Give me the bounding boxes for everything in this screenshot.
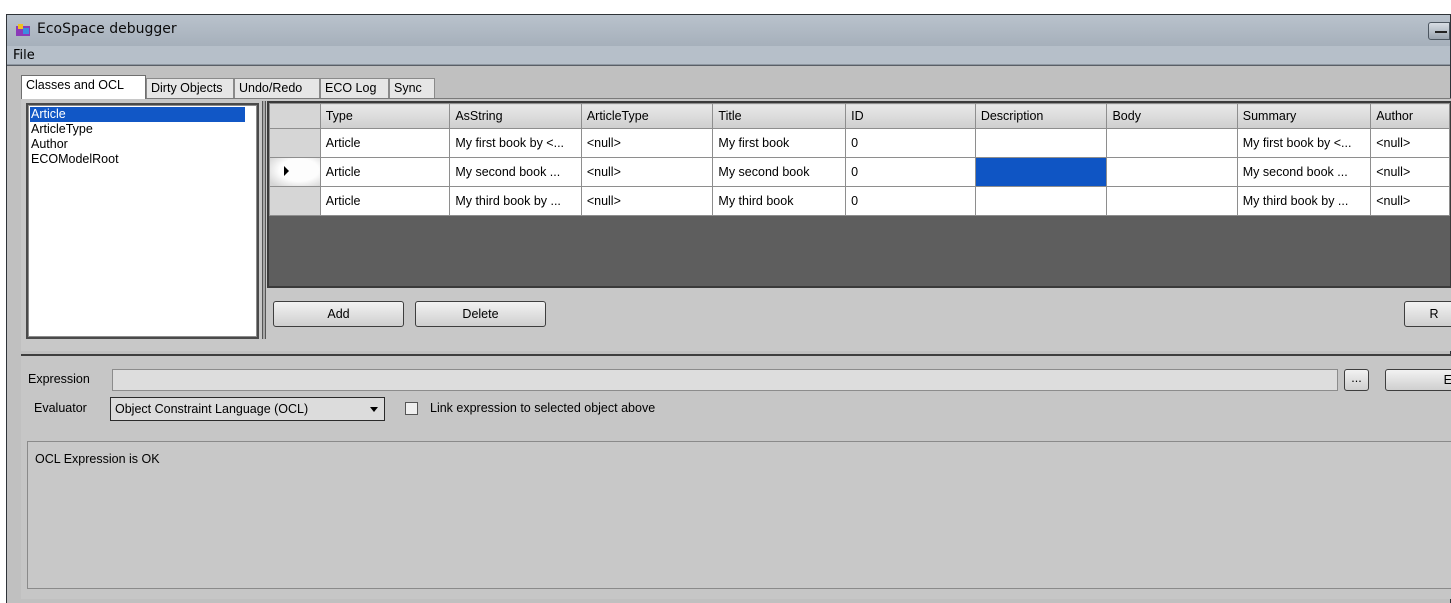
tab-undo-redo[interactable]: Undo/Redo <box>234 78 320 98</box>
classes-tab-page: Article ArticleType Author ECOModelRoot <box>21 98 1451 351</box>
column-header[interactable]: ArticleType <box>580 103 714 129</box>
column-header[interactable]: Title <box>712 103 847 129</box>
tab-dirty-objects[interactable]: Dirty Objects <box>146 78 234 98</box>
class-list[interactable]: Article ArticleType Author ECOModelRoot <box>26 103 259 339</box>
table-cell[interactable]: <null> <box>580 186 714 216</box>
column-header[interactable]: Author <box>1370 103 1450 129</box>
evaluator-select[interactable]: Object Constraint Language (OCL) <box>110 397 385 421</box>
menu-file[interactable]: File <box>13 48 35 63</box>
table-cell[interactable] <box>974 128 1108 158</box>
tab-eco-log[interactable]: ECO Log <box>320 78 389 98</box>
table-cell[interactable]: <null> <box>1370 128 1450 158</box>
table-cell[interactable] <box>974 186 1108 216</box>
evaluate-button[interactable]: E <box>1385 369 1451 391</box>
table-cell[interactable]: My third book by ... <box>449 186 582 216</box>
output-text: OCL Expression is OK <box>35 452 160 466</box>
class-item-author[interactable]: Author <box>30 137 245 152</box>
app-window: EcoSpace debugger File Classes and OCL D… <box>6 14 1451 603</box>
table-cell[interactable]: <null> <box>580 128 714 158</box>
table-cell[interactable]: Article <box>319 186 451 216</box>
table-cell[interactable]: My third book by ... <box>1236 186 1372 216</box>
table-cell[interactable] <box>1106 186 1238 216</box>
column-header[interactable]: Summary <box>1236 103 1372 129</box>
table-cell[interactable]: My first book by <... <box>449 128 582 158</box>
table-cell[interactable]: My first book by <... <box>1236 128 1372 158</box>
expression-panel: Expression ... E Evaluator Object Constr… <box>21 354 1451 599</box>
row-header[interactable] <box>269 186 321 216</box>
title-bar[interactable]: EcoSpace debugger <box>7 15 1450 46</box>
table-cell[interactable]: <null> <box>1370 157 1450 187</box>
table-cell[interactable]: My third book <box>712 186 847 216</box>
table-cell[interactable]: Article <box>319 157 451 187</box>
tab-classes-and-ocl[interactable]: Classes and OCL <box>21 75 146 99</box>
table-cell[interactable]: My second book ... <box>449 157 582 187</box>
table-cell-selected[interactable] <box>974 157 1108 187</box>
link-expression-label: Link expression to selected object above <box>430 401 656 415</box>
refresh-button[interactable]: R <box>1404 301 1451 327</box>
table-cell[interactable]: 0 <box>845 157 976 187</box>
evaluator-label: Evaluator <box>34 401 87 415</box>
row-pointer-icon <box>284 166 289 176</box>
column-header[interactable]: Type <box>319 103 451 129</box>
evaluator-selected-value: Object Constraint Language (OCL) <box>115 402 309 416</box>
table-row[interactable]: Article My third book by ... <null> My t… <box>269 186 1450 216</box>
highlight-glow <box>270 158 320 186</box>
table-cell[interactable]: 0 <box>845 128 976 158</box>
row-header[interactable] <box>269 128 321 158</box>
header-row: Type AsString ArticleType Title ID Descr… <box>269 103 1450 129</box>
table-cell[interactable] <box>1106 157 1238 187</box>
column-header[interactable]: ID <box>845 103 976 129</box>
app-icon <box>16 24 30 36</box>
column-header[interactable]: AsString <box>449 103 582 129</box>
tab-sync[interactable]: Sync <box>389 78 435 98</box>
object-grid[interactable]: Type AsString ArticleType Title ID Descr… <box>267 101 1451 288</box>
row-header-corner <box>269 103 321 129</box>
delete-button[interactable]: Delete <box>415 301 546 327</box>
column-header[interactable]: Description <box>974 103 1108 129</box>
class-item-article[interactable]: Article <box>30 107 245 122</box>
data-table: Type AsString ArticleType Title ID Descr… <box>269 103 1450 216</box>
class-item-ecomodelroot[interactable]: ECOModelRoot <box>30 152 245 167</box>
menu-bar: File <box>7 46 1450 65</box>
class-item-articletype[interactable]: ArticleType <box>30 122 245 137</box>
table-cell[interactable]: Article <box>319 128 451 158</box>
link-expression-checkbox[interactable] <box>405 402 418 415</box>
row-header[interactable] <box>269 157 321 187</box>
output-panel: OCL Expression is OK <box>27 441 1451 589</box>
table-cell[interactable]: <null> <box>1370 186 1450 216</box>
minimize-button[interactable] <box>1428 22 1450 40</box>
chevron-down-icon <box>370 407 378 412</box>
vertical-splitter[interactable] <box>262 101 266 339</box>
browse-button[interactable]: ... <box>1344 369 1369 391</box>
table-cell[interactable]: My first book <box>712 128 847 158</box>
add-button[interactable]: Add <box>273 301 404 327</box>
table-cell[interactable]: My second book ... <box>1236 157 1372 187</box>
table-row[interactable]: Article My first book by <... <null> My … <box>269 128 1450 158</box>
table-row-current[interactable]: Article My second book ... <null> My sec… <box>269 157 1450 187</box>
column-header[interactable]: Body <box>1106 103 1238 129</box>
table-cell[interactable]: My second book <box>712 157 847 187</box>
table-cell[interactable]: 0 <box>845 186 976 216</box>
client-area: Classes and OCL Dirty Objects Undo/Redo … <box>7 66 1451 603</box>
expression-label: Expression <box>28 372 90 386</box>
window-title: EcoSpace debugger <box>37 21 177 37</box>
expression-input[interactable] <box>112 369 1338 391</box>
table-cell[interactable] <box>1106 128 1238 158</box>
table-cell[interactable]: <null> <box>580 157 714 187</box>
